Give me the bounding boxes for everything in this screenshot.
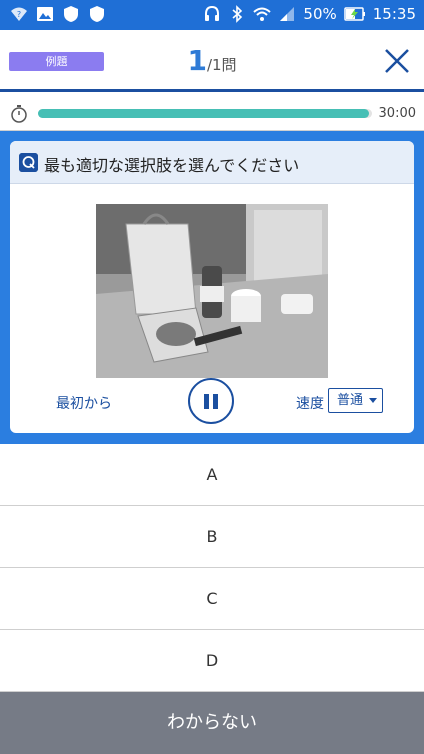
shield-icon bbox=[64, 6, 78, 22]
question-card: 最も適切な選択肢を選んでください 最初から 速度 普通 bbox=[10, 141, 414, 433]
current-question-number: 1 bbox=[187, 44, 207, 77]
option-b[interactable]: B bbox=[0, 506, 424, 568]
bluetooth-icon bbox=[232, 5, 243, 23]
close-icon[interactable] bbox=[384, 48, 410, 74]
speed-label: 速度 bbox=[296, 396, 324, 412]
pause-icon bbox=[204, 394, 209, 409]
status-bar: ? 50% 15:35 bbox=[0, 0, 424, 30]
wifi-icon bbox=[253, 7, 272, 21]
status-bar-right: 50% 15:35 bbox=[203, 5, 416, 23]
battery-percent: 50% bbox=[303, 5, 337, 23]
dont-know-button[interactable]: わからない bbox=[0, 692, 424, 754]
speed-select[interactable]: 普通 bbox=[328, 388, 383, 413]
header: 例題 1/1問 bbox=[0, 30, 424, 92]
question-area: 最も適切な選択肢を選んでください 最初から 速度 普通 bbox=[0, 131, 424, 444]
timer-progress-fill bbox=[38, 109, 369, 118]
battery-charging-icon bbox=[344, 7, 365, 21]
option-d[interactable]: D bbox=[0, 630, 424, 692]
option-c[interactable]: C bbox=[0, 568, 424, 630]
pause-button[interactable] bbox=[188, 378, 234, 424]
signal-icon bbox=[280, 7, 295, 21]
headphones-icon bbox=[205, 5, 220, 21]
question-photo bbox=[96, 204, 328, 378]
question-counter: 1/1問 bbox=[0, 44, 424, 77]
image-icon bbox=[37, 7, 53, 21]
question-header: 最も適切な選択肢を選んでください bbox=[10, 141, 414, 184]
question-icon bbox=[19, 153, 38, 172]
timer-progress-bar bbox=[38, 109, 372, 118]
timer-text: 30:00 bbox=[378, 106, 416, 121]
speed-value: 普通 bbox=[337, 393, 364, 408]
status-bar-left: ? bbox=[10, 5, 106, 23]
option-a[interactable]: A bbox=[0, 444, 424, 506]
pause-icon-bar bbox=[213, 394, 218, 409]
question-title: 最も適切な選択肢を選んでください bbox=[44, 156, 300, 175]
question-wifi-icon: ? bbox=[11, 7, 27, 21]
stopwatch-icon bbox=[11, 105, 27, 123]
timer-row: 30:00 bbox=[0, 97, 424, 131]
clock: 15:35 bbox=[372, 5, 416, 23]
svg-text:?: ? bbox=[17, 10, 21, 19]
shield-icon bbox=[90, 6, 104, 22]
caret-down-icon bbox=[369, 398, 377, 403]
total-questions: /1問 bbox=[206, 56, 237, 74]
restart-button[interactable]: 最初から bbox=[56, 393, 112, 413]
